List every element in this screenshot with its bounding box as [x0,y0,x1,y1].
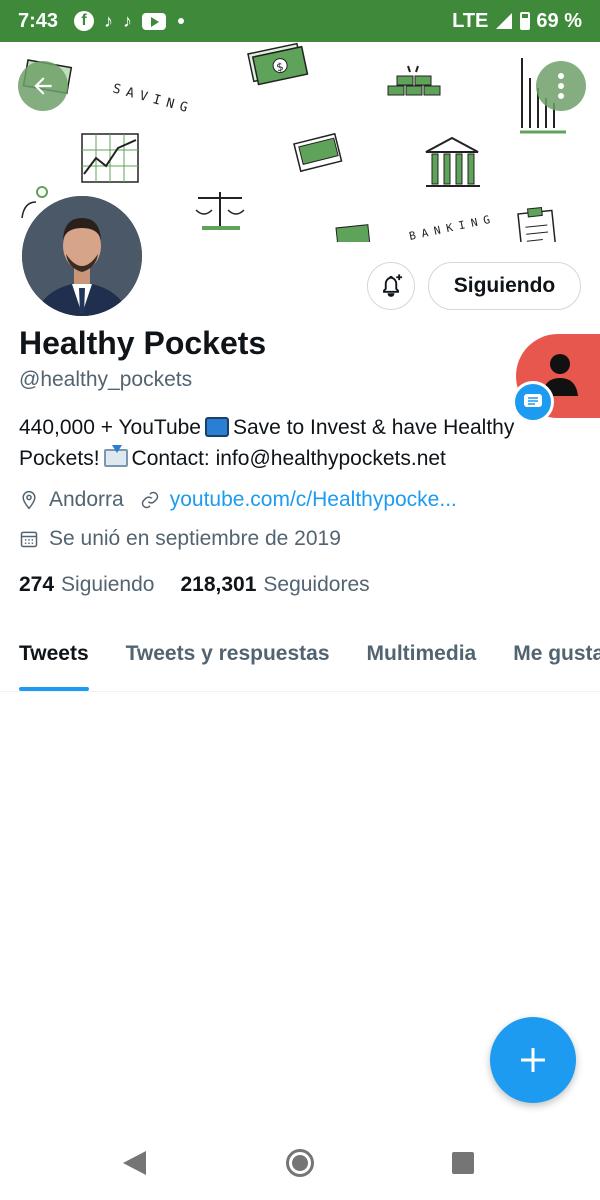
tiktok-icon: ♪ [104,10,114,31]
calendar-icon [19,529,39,549]
system-nav-bar [0,1130,600,1200]
line-chart-icon [81,133,139,183]
plus-icon [521,1048,545,1072]
status-time: 7:43 [18,9,59,32]
youtube-icon [142,12,167,30]
avatar[interactable] [18,192,146,320]
banner-saving-text: SAVING [111,81,195,117]
back-button[interactable] [18,61,68,111]
following-button[interactable]: Siguiendo [428,262,581,310]
scale-icon [195,192,245,230]
mail-icon [103,445,128,467]
status-bar: 7:43 f ♪ ♪ LTE 69 % [0,0,600,42]
money-stack-icon [293,132,343,173]
display-name: Healthy Pockets [19,325,267,361]
following-stat[interactable]: 274 Siguiendo [19,573,154,597]
tiktok-icon: ♪ [123,10,133,31]
bio-part-3: Contact: info@healthypockets.net [131,447,446,470]
more-vertical-icon [558,73,564,79]
link-icon [140,490,160,510]
bio: 440,000 + YouTube Save to Invest & have H… [19,412,579,474]
tab-likes[interactable]: Me gusta [513,630,600,691]
tab-tweets[interactable]: Tweets [19,630,89,691]
joined-row: Se unió en septiembre de 2019 [19,527,341,551]
profile-meta-row: Andorra youtube.com/c/Healthypocke... [19,488,457,512]
profile-photo [22,196,142,316]
network-type: LTE [452,9,489,32]
handle: @healthy_pockets [19,368,193,391]
message-icon [524,394,542,407]
bell-plus-icon [383,274,403,297]
battery-percent: 69 % [536,9,582,32]
nav-home-icon[interactable] [286,1149,314,1177]
tv-icon [205,417,229,437]
arrow-left-icon [34,77,52,95]
follow-stats: 274 Siguiendo 218,301 Seguidores [19,573,396,597]
profile-tabs: Tweets Tweets y respuestas Multimedia Me… [0,630,600,692]
more-notifications-dot [178,18,185,24]
clipboard-icon [517,206,557,242]
nav-recents-icon[interactable] [452,1152,474,1174]
signal-icon [496,13,513,29]
status-right: LTE 69 % [452,10,582,33]
gold-bars-icon [387,65,441,96]
bio-part-1: 440,000 + YouTube [19,416,201,439]
tab-media[interactable]: Multimedia [367,630,477,691]
more-options-button[interactable] [536,61,586,111]
money-bill-icon [335,224,371,242]
facebook-icon: f [74,11,95,31]
notifications-button[interactable] [367,262,415,310]
coin-icon [36,186,48,198]
compose-tweet-button[interactable] [490,1017,576,1103]
nav-back-icon[interactable] [123,1151,146,1175]
bank-icon [425,136,480,187]
tab-tweets-replies[interactable]: Tweets y respuestas [126,630,330,691]
battery-icon [520,12,531,30]
location-text: Andorra [49,488,124,511]
money-bill-icon: $ [247,42,309,86]
banner-banking-text: BANKING [408,212,497,242]
joined-text: Se unió en septiembre de 2019 [49,527,341,550]
website-link[interactable]: youtube.com/c/Healthypocke... [170,488,457,512]
location-pin-icon [19,489,39,511]
followers-stat[interactable]: 218,301 Seguidores [180,573,369,597]
